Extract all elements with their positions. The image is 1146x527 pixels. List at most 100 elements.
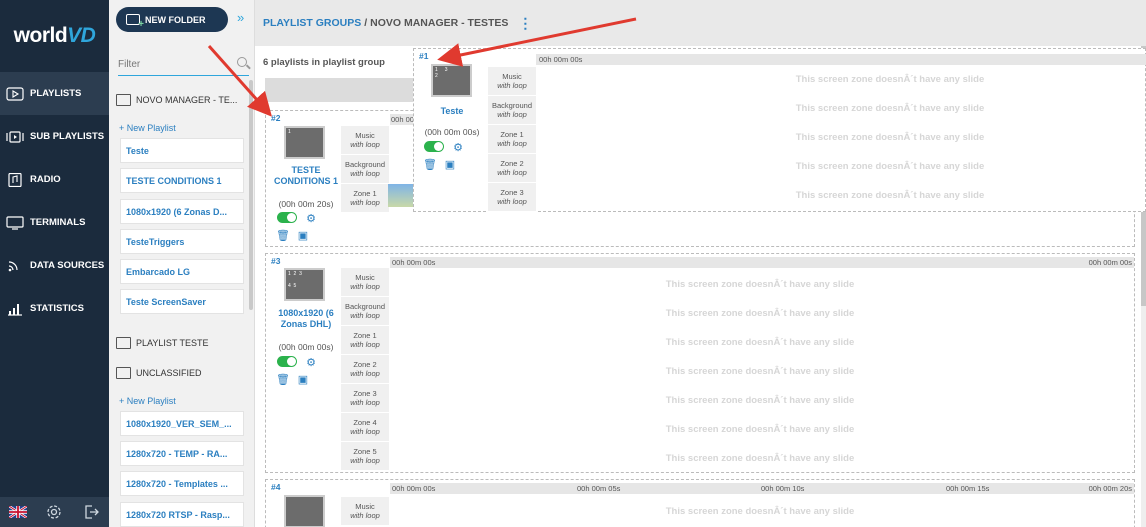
zone-name: Zone 1: [353, 189, 377, 198]
playlist-item[interactable]: TesteTriggers: [120, 229, 244, 254]
preview-icon[interactable]: ▣: [444, 158, 456, 171]
zone-name: Music: [355, 273, 375, 282]
play-icon: [6, 86, 24, 101]
zone-5: Zone 5 with loop: [341, 442, 389, 471]
zone-loop-label: with loop: [350, 169, 380, 178]
settings-icon[interactable]: ⚙: [452, 141, 464, 154]
zone-name: Background: [344, 160, 386, 169]
zone-loop-label: with loop: [497, 81, 527, 90]
zone-1: Zone 1 with loop: [341, 184, 389, 213]
logo-prefix: world: [13, 24, 68, 47]
playlist-item[interactable]: Embarcado LG: [120, 259, 244, 284]
empty-zone-message: This screen zone doesnÂ´t have any slide: [795, 190, 985, 201]
settings-icon[interactable]: ⚙: [305, 356, 317, 369]
enable-toggle[interactable]: [277, 356, 297, 367]
card-number: #4: [271, 482, 281, 492]
zone-loop-label: with loop: [497, 110, 527, 119]
trash-icon[interactable]: 🗑: [276, 373, 290, 386]
zone-name: Zone 4: [353, 418, 377, 427]
zone-2: Zone 2 with loop: [488, 154, 536, 183]
playlist-group-content: 6 playlists in playlist group #2 1 TESTE…: [255, 46, 1146, 527]
settings-icon[interactable]: ⚙: [305, 212, 317, 225]
zone-name: Background: [491, 101, 533, 110]
folder-novo-manager[interactable]: NOVO MANAGER - TE...: [116, 86, 245, 114]
preview-icon[interactable]: ▣: [297, 373, 309, 386]
nav-label: TERMINALS: [30, 217, 86, 228]
nav-item-radio[interactable]: RADIO: [0, 158, 109, 201]
empty-zone-message: This screen zone doesnÂ´t have any slide: [665, 453, 855, 464]
sidebar-scrollbar[interactable]: [249, 80, 253, 310]
zone-loop-label: with loop: [350, 282, 380, 291]
zone-background: Background with loop: [341, 155, 389, 184]
search-icon[interactable]: [237, 57, 247, 67]
playlist-item[interactable]: TESTE CONDITIONS 1: [120, 168, 244, 193]
playlist-thumbnail[interactable]: 1 32: [431, 64, 472, 97]
filter-input[interactable]: Filter: [118, 53, 249, 76]
playlist-card-4: #4 Music with loop 00h 00m 00s 00h 00m 05…: [265, 479, 1135, 527]
timeline-tick: 00h 00m 00s: [392, 258, 436, 267]
timeline-header: 00h 00m 00s 00h 00m 05s 00h 00m 10s 00h …: [390, 483, 1134, 494]
zone-loop-label: with loop: [350, 198, 380, 207]
playlist-item[interactable]: 1280x720 - Templates ...: [120, 471, 244, 496]
playlist-item[interactable]: 1280x720 RTSP - Rasp...: [120, 502, 244, 527]
bar-chart-icon: [6, 302, 24, 316]
slide-thumbnail[interactable]: [388, 184, 414, 207]
nav-item-statistics[interactable]: STATISTICS: [0, 287, 109, 330]
zone-name: Zone 2: [500, 159, 524, 168]
more-vertical-icon[interactable]: ⋮: [518, 15, 532, 32]
empty-zone-message: This screen zone doesnÂ´t have any slide: [665, 337, 855, 348]
zone-name: Music: [355, 502, 375, 511]
playlist-name[interactable]: 1080x1920 (6 Zonas DHL): [268, 308, 344, 330]
empty-zone-message: This screen zone doesnÂ´t have any slide: [665, 308, 855, 319]
playlist-name[interactable]: Teste: [414, 106, 490, 117]
uk-flag-icon[interactable]: [7, 503, 29, 521]
zone-name: Zone 1: [353, 331, 377, 340]
main-nav: world VD PLAYLISTS SUB PLAYLISTS RADIO TE…: [0, 0, 109, 527]
playlist-thumbnail[interactable]: 1 2 34 5: [284, 268, 325, 301]
new-playlist-link[interactable]: + New Playlist: [119, 396, 176, 406]
playlist-name[interactable]: TESTE CONDITIONS 1: [268, 165, 344, 187]
playlist-duration: (00h 00m 00s): [424, 127, 480, 137]
empty-zone-message: This screen zone doesnÂ´t have any slide: [665, 506, 855, 517]
playlist-thumbnail[interactable]: 1: [284, 126, 325, 159]
playlist-item[interactable]: 1080x1920_VER_SEM_...: [120, 411, 244, 436]
zone-name: Zone 1: [500, 130, 524, 139]
trash-icon[interactable]: 🗑: [423, 158, 437, 171]
settings-icon[interactable]: [43, 503, 65, 521]
new-playlist-link[interactable]: + New Playlist: [119, 123, 176, 133]
enable-toggle[interactable]: [424, 141, 444, 152]
zone-labels: Music with loop Background with loop Zone …: [488, 67, 536, 212]
trash-icon[interactable]: 🗑: [276, 229, 290, 242]
breadcrumb-root[interactable]: PLAYLIST GROUPS: [263, 17, 361, 29]
zone-name: Music: [502, 72, 522, 81]
zone-1: Zone 1 with loop: [341, 326, 389, 355]
filter-placeholder: Filter: [118, 58, 141, 70]
preview-icon[interactable]: ▣: [297, 229, 309, 242]
new-folder-label: NEW FOLDER: [145, 14, 206, 25]
new-folder-button[interactable]: NEW FOLDER: [116, 7, 228, 32]
music-icon: [6, 172, 24, 187]
nav-item-terminals[interactable]: TERMINALS: [0, 201, 109, 244]
playlist-thumbnail[interactable]: [284, 495, 325, 527]
zone-loop-label: with loop: [350, 427, 380, 436]
folder-playlist-teste[interactable]: PLAYLIST TESTE: [116, 329, 245, 357]
timeline-tick: 00h 00m 20s: [1088, 484, 1132, 493]
enable-toggle[interactable]: [277, 212, 297, 223]
rss-icon: [6, 259, 24, 273]
nav-label: SUB PLAYLISTS: [30, 131, 105, 142]
collapse-icon[interactable]: »: [237, 10, 244, 25]
folder-name: NOVO MANAGER - TE...: [136, 95, 238, 105]
playlist-item[interactable]: Teste ScreenSaver: [120, 289, 244, 314]
logout-icon[interactable]: [80, 503, 102, 521]
timeline-tick: 00h 00m 15s: [946, 484, 990, 493]
playlist-item[interactable]: 1080x1920 (6 Zonas D...: [120, 199, 244, 224]
monitor-icon: [6, 215, 24, 230]
nav-item-playlists[interactable]: PLAYLISTS: [0, 72, 109, 115]
nav-item-sub-playlists[interactable]: SUB PLAYLISTS: [0, 115, 109, 158]
folder-name: UNCLASSIFIED: [136, 368, 202, 378]
nav-item-data-sources[interactable]: DATA SOURCES: [0, 244, 109, 287]
playlist-item[interactable]: Teste: [120, 138, 244, 163]
zone-loop-label: with loop: [350, 140, 380, 149]
playlist-item[interactable]: 1280x720 - TEMP - RA...: [120, 441, 244, 466]
folder-unclassified[interactable]: UNCLASSIFIED: [116, 359, 245, 387]
